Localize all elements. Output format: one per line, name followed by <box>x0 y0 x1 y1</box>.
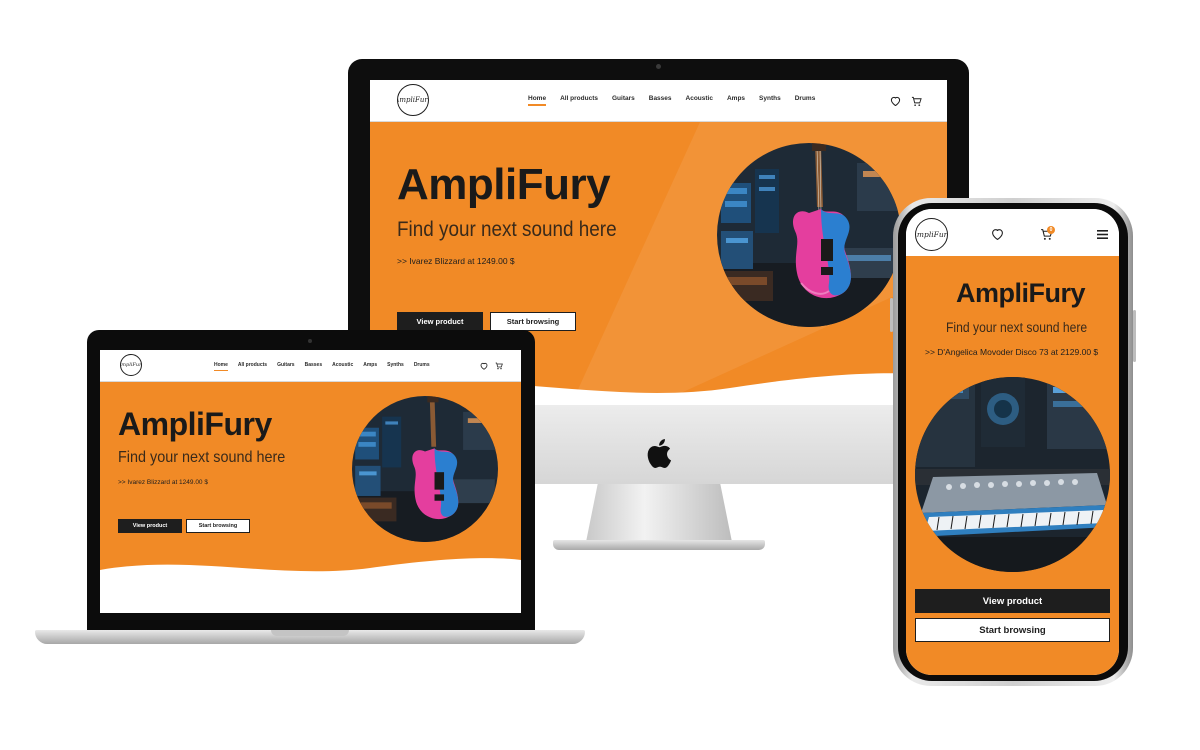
hero-subtitle: Find your next sound here <box>397 218 617 241</box>
imac-camera <box>656 64 661 69</box>
phone-website: AmpliFury 0 AmpliFury Find your next sou… <box>906 209 1119 675</box>
view-product-button[interactable]: View product <box>397 312 483 331</box>
bass-guitar-photo[interactable] <box>717 143 901 327</box>
laptop-camera <box>308 339 312 343</box>
cart-count-badge: 0 <box>1047 226 1055 234</box>
hero-title: AmpliFury <box>397 160 611 209</box>
view-product-button[interactable]: View product <box>118 519 182 533</box>
hero-promo-link[interactable]: >> Ivarez Blizzard at 1249.00 $ <box>397 256 515 266</box>
active-nav-underline <box>528 104 547 106</box>
nav-basses[interactable]: Basses <box>649 95 672 102</box>
hero-wave <box>100 558 521 582</box>
nav-guitars[interactable]: Guitars <box>612 95 635 102</box>
laptop-opening-notch <box>271 630 349 636</box>
apple-logo-icon <box>647 439 672 468</box>
nav-drums[interactable]: Drums <box>414 362 430 368</box>
main-nav: Home All products Guitars Basses Acousti… <box>528 95 816 106</box>
cart-icon[interactable] <box>910 95 922 107</box>
nav-synths[interactable]: Synths <box>759 95 781 102</box>
hero-section: AmpliFury Find your next sound here >> I… <box>100 382 521 582</box>
site-header: AmpliFury Home All products Guitars Bass… <box>370 80 947 122</box>
logo[interactable]: AmpliFury <box>397 84 429 116</box>
laptop-website: AmpliFury Home All products Guitars Bass… <box>100 350 521 613</box>
nav-acoustic[interactable]: Acoustic <box>686 95 713 102</box>
nav-all-products[interactable]: All products <box>560 95 598 102</box>
hero-subtitle: Find your next sound here <box>946 320 1088 335</box>
logo[interactable]: AmpliFury <box>915 218 948 251</box>
imac-stand <box>586 484 732 542</box>
site-header: AmpliFury 0 <box>906 209 1119 257</box>
active-nav-underline <box>214 369 228 371</box>
logo-text: AmpliFury <box>121 362 142 368</box>
hero-promo-link[interactable]: >> D'Angelica Movoder Disco 73 at 2129.0… <box>925 347 1098 357</box>
nav-amps[interactable]: Amps <box>363 362 377 368</box>
logo-text: AmpliFury <box>398 96 428 104</box>
hero-promo-link[interactable]: >> Ivarez Blizzard at 1249.00 $ <box>118 479 208 486</box>
nav-all-products[interactable]: All products <box>238 362 267 368</box>
heart-icon[interactable] <box>479 361 488 370</box>
hero-title: AmpliFury <box>118 406 272 442</box>
start-browsing-button[interactable]: Start browsing <box>915 618 1110 642</box>
heart-icon[interactable] <box>889 95 901 107</box>
bass-guitar-photo[interactable] <box>352 396 498 542</box>
nav-home[interactable]: Home <box>528 95 547 106</box>
nav-basses[interactable]: Basses <box>305 362 323 368</box>
nav-home[interactable]: Home <box>214 362 228 371</box>
imac-foot <box>553 540 765 550</box>
nav-amps[interactable]: Amps <box>727 95 745 102</box>
nav-synths[interactable]: Synths <box>387 362 404 368</box>
hero-subtitle: Find your next sound here <box>118 449 286 466</box>
hamburger-menu-icon[interactable] <box>1096 228 1108 240</box>
main-nav: Home All products Guitars Basses Acousti… <box>214 362 430 371</box>
hero-title: AmpliFury <box>956 278 1086 308</box>
start-browsing-button[interactable]: Start browsing <box>490 312 576 331</box>
heart-icon[interactable] <box>990 227 1004 241</box>
start-browsing-button[interactable]: Start browsing <box>186 519 250 533</box>
site-header: AmpliFury Home All products Guitars Bass… <box>100 350 521 382</box>
cart-icon[interactable] <box>494 361 503 370</box>
view-product-button[interactable]: View product <box>915 589 1110 613</box>
synthesizer-photo[interactable] <box>915 377 1110 572</box>
nav-drums[interactable]: Drums <box>795 95 816 102</box>
hero-section: AmpliFury Find your next sound here >> D… <box>906 256 1119 675</box>
phone-power-button <box>1133 310 1136 362</box>
nav-guitars[interactable]: Guitars <box>277 362 295 368</box>
logo[interactable]: AmpliFury <box>120 354 142 376</box>
nav-acoustic[interactable]: Acoustic <box>332 362 353 368</box>
logo-text: AmpliFury <box>916 230 948 239</box>
